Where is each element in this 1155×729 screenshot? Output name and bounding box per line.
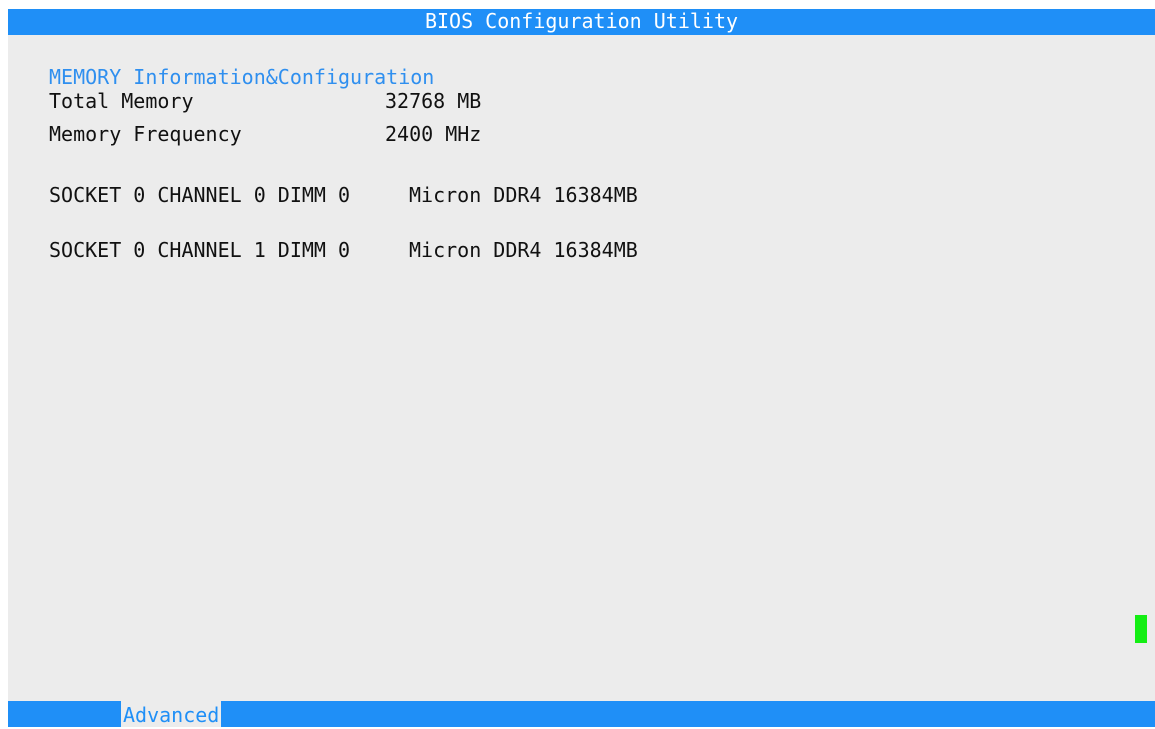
total-memory-label: Total Memory (49, 89, 194, 113)
app-title: BIOS Configuration Utility (424, 9, 739, 33)
dimm-0-label[interactable]: SOCKET 0 CHANNEL 0 DIMM 0 (49, 183, 409, 207)
tab-advanced[interactable]: Advanced (121, 701, 222, 727)
memory-frequency-value: 2400 MHz (385, 122, 482, 146)
bios-screen: BIOS Configuration Utility MEMORY Inform… (8, 9, 1155, 727)
memory-frequency-label: Memory Frequency (49, 122, 242, 146)
dimm-1-label[interactable]: SOCKET 0 CHANNEL 1 DIMM 0 (49, 238, 409, 262)
section-title: MEMORY Information&Configuration (49, 65, 435, 89)
dimm-0-value: Micron DDR4 16384MB (409, 183, 638, 207)
title-bar: BIOS Configuration Utility (8, 9, 1155, 35)
bottom-menu-bar: Advanced (8, 701, 1155, 727)
total-memory-value: 32768 MB (385, 89, 482, 113)
dimm-1-value: Micron DDR4 16384MB (409, 238, 638, 262)
terminal-cursor (1135, 615, 1147, 643)
